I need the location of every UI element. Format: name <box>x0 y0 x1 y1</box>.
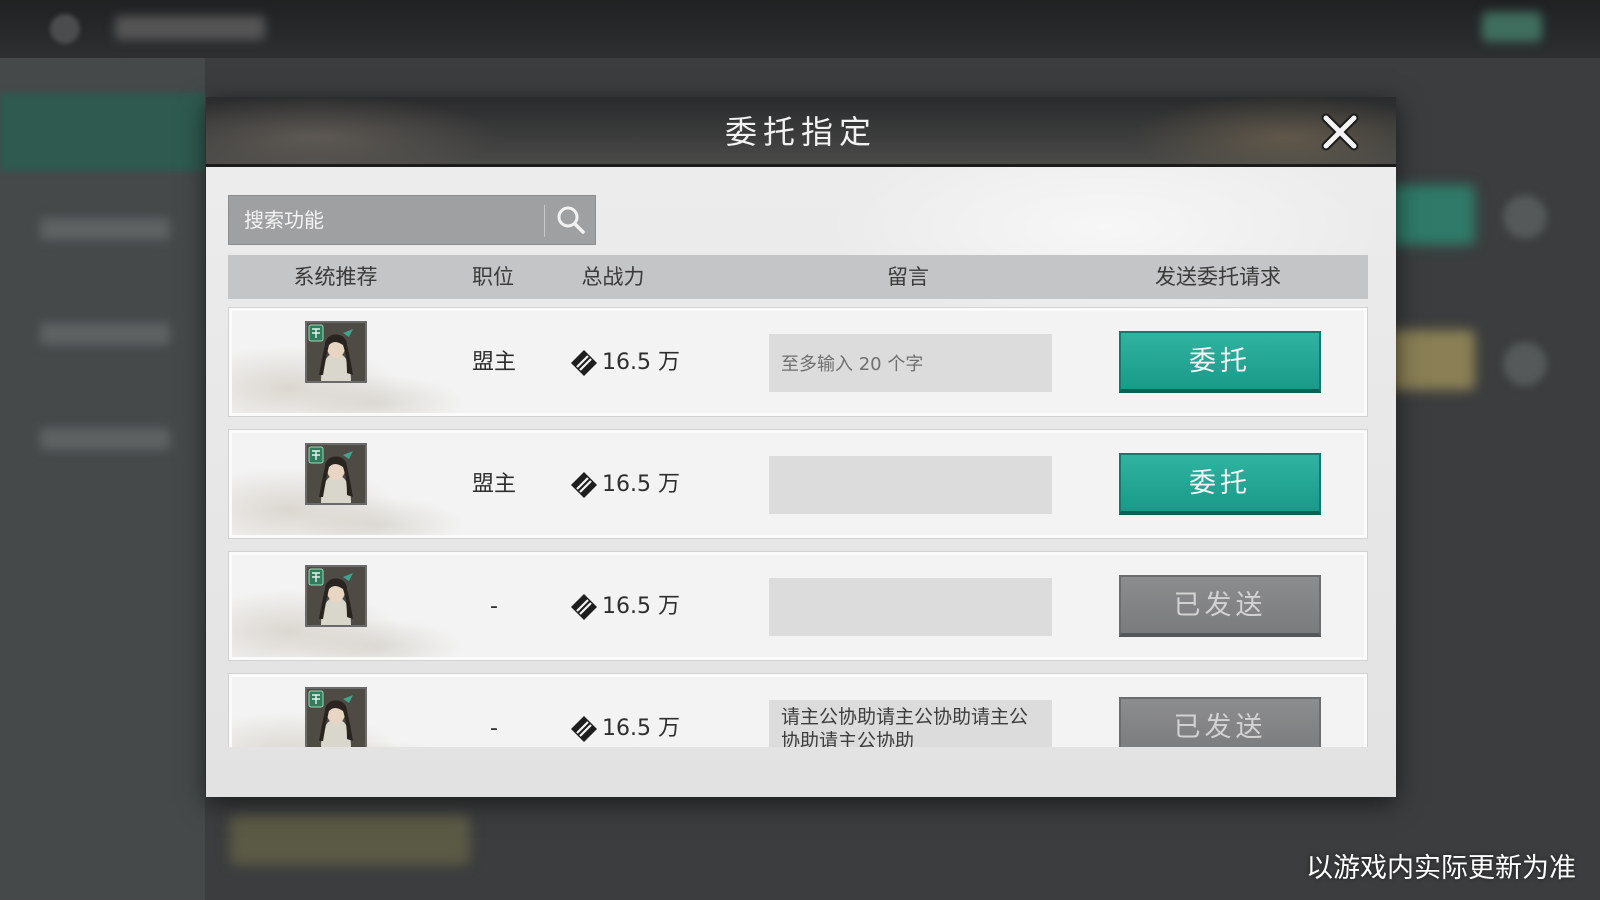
general-avatar <box>305 565 367 627</box>
table-row: 盟主 16.5 万 至多输入 20 个字 委托 <box>228 307 1368 417</box>
power-icon <box>571 716 597 742</box>
message-input[interactable] <box>769 456 1052 514</box>
background-sidebar-active <box>0 93 205 171</box>
background-currency-pill <box>1482 12 1542 42</box>
table-row: - 16.5 万 请主公协助请主公协助请主公协助请主公协助 已发送 <box>228 673 1368 747</box>
power-cell: 16.5 万 <box>569 308 719 418</box>
background-button <box>1390 185 1475 245</box>
position-cell: - <box>490 594 498 619</box>
message-input[interactable] <box>769 578 1052 636</box>
general-portrait-icon <box>307 323 365 381</box>
disclaimer-note: 以游戏内实际更新为准 <box>1306 853 1576 884</box>
column-header-message: 留言 <box>887 265 929 289</box>
position-cell: - <box>490 716 498 741</box>
general-portrait-icon <box>307 567 365 625</box>
background-title <box>115 16 265 40</box>
search-button[interactable] <box>551 200 591 240</box>
background-back-icon <box>50 14 80 44</box>
sent-button[interactable]: 已发送 <box>1119 575 1321 637</box>
background-icon <box>1503 195 1547 239</box>
table-header: 系统推荐 职位 总战力 留言 发送委托请求 <box>228 255 1368 299</box>
delegate-button[interactable]: 委托 <box>1119 331 1321 393</box>
search-box[interactable] <box>228 195 596 245</box>
background-top-bar <box>0 0 1600 58</box>
power-value: 16.5 万 <box>602 716 680 741</box>
column-header-send: 发送委托请求 <box>1155 265 1281 289</box>
search-divider <box>544 205 545 237</box>
background-sidebar-item <box>40 323 170 345</box>
power-cell: 16.5 万 <box>569 430 719 540</box>
power-value: 16.5 万 <box>602 350 680 375</box>
table-row: 盟主 16.5 万 委托 <box>228 429 1368 539</box>
column-header-recommend: 系统推荐 <box>293 265 378 289</box>
search-icon <box>557 206 585 234</box>
message-placeholder: 至多输入 20 个字 <box>781 354 924 375</box>
general-avatar <box>305 443 367 505</box>
background-sidebar-item <box>40 428 170 450</box>
candidate-list[interactable]: 盟主 16.5 万 至多输入 20 个字 委托 盟主 16.5 万 委托 - 1… <box>228 307 1368 747</box>
position-cell: 盟主 <box>471 350 516 375</box>
message-input[interactable]: 请主公协助请主公协助请主公协助请主公协助 <box>769 700 1052 747</box>
background-button <box>1390 330 1475 390</box>
power-value: 16.5 万 <box>602 594 680 619</box>
general-portrait-icon <box>307 445 365 503</box>
close-icon <box>1321 113 1359 151</box>
message-input[interactable]: 至多输入 20 个字 <box>769 334 1052 392</box>
background-sidebar <box>0 58 205 900</box>
power-value: 16.5 万 <box>602 472 680 497</box>
delegate-button[interactable]: 委托 <box>1119 453 1321 515</box>
position-cell: 盟主 <box>471 472 516 497</box>
power-cell: 16.5 万 <box>569 674 719 747</box>
close-button[interactable] <box>1318 110 1362 154</box>
background-icon <box>1503 342 1547 386</box>
table-row: - 16.5 万 已发送 <box>228 551 1368 661</box>
general-avatar <box>305 687 367 747</box>
search-input[interactable] <box>229 196 539 244</box>
dialog-header: 委托指定 <box>206 97 1396 167</box>
power-icon <box>571 472 597 498</box>
power-icon <box>571 594 597 620</box>
background-bottom-item <box>230 815 470 865</box>
dialog-body: 系统推荐 职位 总战力 留言 发送委托请求 <box>206 167 1396 797</box>
delegate-dialog: 委托指定 系统推荐 职位 总战力 留言 发送委托请求 <box>206 97 1396 797</box>
column-header-power: 总战力 <box>581 265 645 289</box>
general-portrait-icon <box>307 689 365 747</box>
column-header-position: 职位 <box>472 265 514 289</box>
message-text: 请主公协助请主公协助请主公协助请主公协助 <box>781 706 1029 747</box>
power-icon <box>571 350 597 376</box>
dialog-title: 委托指定 <box>724 113 877 151</box>
background-sidebar-item <box>40 218 170 240</box>
sent-button[interactable]: 已发送 <box>1119 697 1321 747</box>
general-avatar <box>305 321 367 383</box>
power-cell: 16.5 万 <box>569 552 719 662</box>
